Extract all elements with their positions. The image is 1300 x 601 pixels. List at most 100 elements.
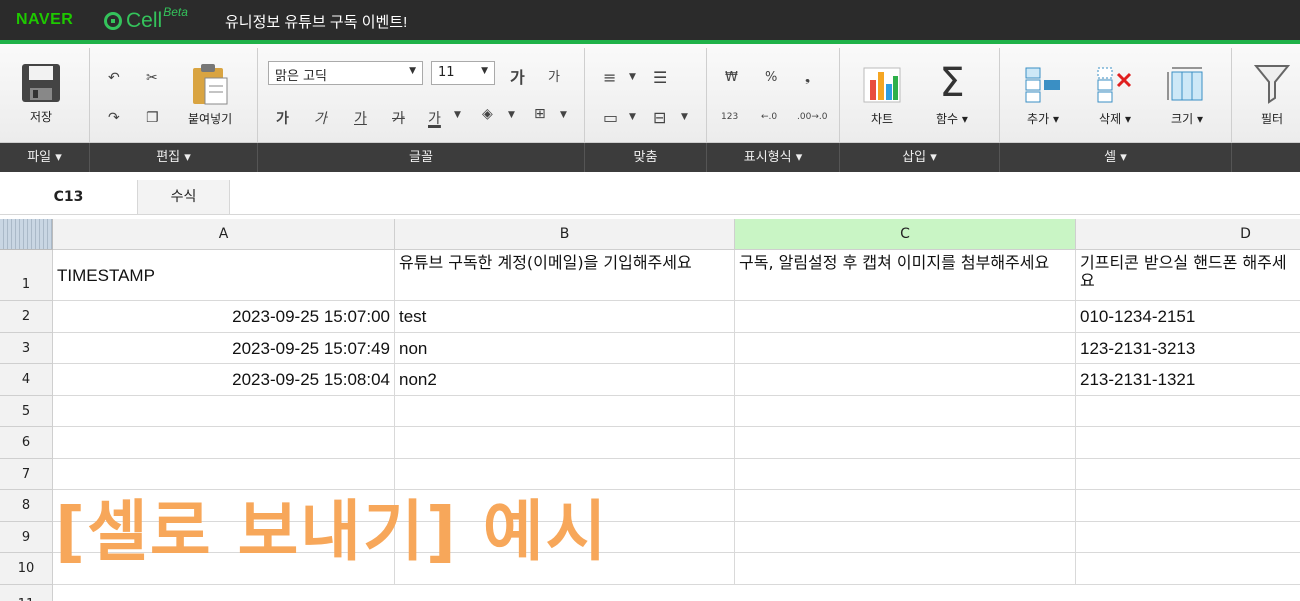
table-cell[interactable]: 2023-09-25 15:07:49 [53,333,395,364]
group-label-font[interactable]: 글꼴 [258,143,585,172]
table-cell[interactable]: 213-2131-1321 [1076,364,1300,396]
column-header-a[interactable]: A [53,219,395,250]
chevron-down-icon[interactable]: ▼ [508,110,515,120]
decimal-decrease-icon[interactable]: .00→.0 [797,112,827,122]
table-cell[interactable] [1076,427,1300,459]
insert-cell-button[interactable]: 추가 ▾ [1022,66,1064,127]
row-header[interactable]: 5 [0,396,53,427]
undo-icon[interactable]: ↶ [108,70,120,86]
cell-logo[interactable]: Cell Beta [104,5,188,33]
table-cell[interactable] [735,553,1076,585]
group-label-number-format[interactable]: 표시형식 ▾ [707,143,840,172]
row-header[interactable]: 3 [0,333,53,364]
row-header[interactable]: 9 [0,522,53,553]
table-cell[interactable]: 010-1234-2151 [1076,301,1300,333]
merge-cells-icon[interactable]: ⊟ [653,108,666,127]
table-cell[interactable]: TIMESTAMP [53,250,395,301]
size-button[interactable]: 크기 ▾ [1166,66,1208,127]
font-color-button[interactable]: 가 [428,108,441,128]
chevron-down-icon[interactable]: ▼ [629,112,636,122]
bold-button[interactable]: 가 [276,108,289,128]
table-cell[interactable]: 유튜브 구독한 계정(이메일)을 기입해주세요 [395,250,735,301]
table-cell[interactable] [735,490,1076,522]
ribbon-toolbar: 저장 ↶ ✂ ↷ ❐ 붙여넣기 맑은 고딕 ▼ 11 ▼ 가 가 가 가 가 가… [0,44,1300,143]
table-cell[interactable] [1076,522,1300,553]
font-shrink-button[interactable]: 가 [548,66,560,85]
group-label-insert[interactable]: 삽입 ▾ [840,143,1000,172]
decimal-increase-icon[interactable]: ←.0 [761,112,777,122]
table-cell[interactable] [1076,553,1300,585]
table-cell[interactable] [1076,490,1300,522]
row-header[interactable]: 7 [0,459,53,490]
row-header[interactable]: 11 [0,585,53,601]
table-cell[interactable] [53,427,395,459]
column-header-c[interactable]: C [735,219,1076,250]
naver-logo[interactable]: NAVER [16,11,73,29]
chevron-down-icon[interactable]: ▼ [629,72,636,82]
table-cell[interactable]: 2023-09-25 15:08:04 [53,364,395,396]
table-cell[interactable] [1076,459,1300,490]
italic-button[interactable]: 가 [314,108,327,128]
table-cell[interactable]: non2 [395,364,735,396]
filter-button[interactable]: 필터 [1254,62,1290,127]
comma-icon[interactable]: ❟ [805,70,810,85]
table-cell[interactable]: 구독, 알림설정 후 캡쳐 이미지를 첨부해주세요 [735,250,1076,301]
redo-icon[interactable]: ↷ [108,110,120,126]
group-label-edit[interactable]: 편집 ▾ [90,143,258,172]
group-label-file[interactable]: 파일 ▾ [0,143,90,172]
table-cell[interactable] [735,364,1076,396]
delete-cell-button[interactable]: 삭제 ▾ [1094,66,1136,127]
font-size-select[interactable]: 11 ▼ [431,61,495,85]
row-header[interactable]: 6 [0,427,53,459]
border-icon[interactable]: ⊞ [534,106,546,122]
table-cell[interactable] [735,396,1076,427]
table-cell[interactable]: test [395,301,735,333]
table-cell[interactable]: 2023-09-25 15:07:00 [53,301,395,333]
chevron-down-icon[interactable]: ▼ [681,112,688,122]
cut-icon[interactable]: ✂ [146,70,158,86]
percent-icon[interactable]: % [765,70,777,85]
copy-icon[interactable]: ❐ [146,110,159,126]
row-header[interactable]: 8 [0,490,53,522]
valign-icon[interactable]: ▭ [603,108,618,127]
row-header[interactable]: 2 [0,301,53,333]
group-label-align[interactable]: 맞춤 [585,143,707,172]
table-cell[interactable] [395,427,735,459]
table-cell[interactable] [735,459,1076,490]
document-title[interactable]: 유니정보 유튜브 구독 이벤트! [225,11,407,32]
cell-name-box[interactable]: C13 [0,180,138,214]
row-header[interactable]: 4 [0,364,53,396]
fill-color-icon[interactable]: ◈ [482,106,493,122]
row-header[interactable]: 10 [0,553,53,585]
table-cell[interactable] [735,522,1076,553]
row-header[interactable]: 1 [0,250,53,301]
table-cell[interactable]: non [395,333,735,364]
column-header-d[interactable]: D [1076,219,1300,250]
currency-icon[interactable]: ₩ [725,70,738,85]
chart-button[interactable]: 차트 [862,66,902,127]
chevron-down-icon[interactable]: ▼ [560,110,567,120]
strikethrough-button[interactable]: 가 [392,108,405,128]
chevron-down-icon[interactable]: ▼ [454,110,461,120]
column-header-b[interactable]: B [395,219,735,250]
group-label-cell[interactable]: 셀 ▾ [1000,143,1232,172]
paste-button[interactable]: 붙여넣기 [188,62,232,127]
wrap-text-icon[interactable]: ☰ [653,68,667,87]
table-cell[interactable] [735,301,1076,333]
number-format-icon[interactable]: 123 [721,112,738,122]
font-name-select[interactable]: 맑은 고딕 ▼ [268,61,423,85]
formula-label[interactable]: 수식 [138,180,230,214]
table-cell[interactable]: 기프티콘 받으실 핸드폰 해주세요 [1076,250,1300,301]
save-button[interactable]: 저장 [20,62,62,125]
underline-button[interactable]: 가 [354,108,367,128]
table-cell[interactable] [395,396,735,427]
select-all-corner[interactable] [0,219,53,250]
table-cell[interactable] [735,333,1076,364]
table-cell[interactable] [1076,396,1300,427]
align-left-icon[interactable]: ≡ [603,68,616,87]
function-button[interactable]: Σ 함수 ▾ [936,62,968,127]
table-cell[interactable] [53,396,395,427]
table-cell[interactable] [735,427,1076,459]
font-grow-button[interactable]: 가 [510,64,525,88]
table-cell[interactable]: 123-2131-3213 [1076,333,1300,364]
